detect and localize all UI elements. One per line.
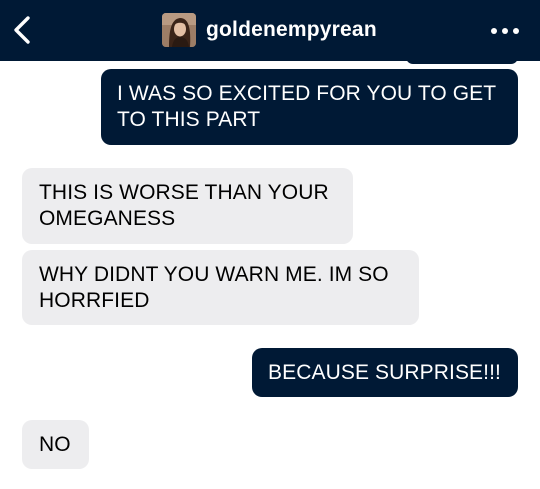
message-bubble-received[interactable]: THIS IS WORSE THAN YOUR OMEGANESS (22, 168, 353, 244)
message-bubble-sent[interactable]: BECAUSE SURPRISE!!! (252, 348, 518, 397)
chat-screen: I WAS SO EXCITED FOR YOU TO GET TO THIS … (0, 0, 540, 489)
message-thread[interactable]: I WAS SO EXCITED FOR YOU TO GET TO THIS … (0, 0, 540, 489)
avatar[interactable] (162, 13, 196, 47)
message-bubble-received[interactable]: NO (22, 420, 89, 469)
ellipsis-icon (491, 28, 519, 34)
chevron-left-icon (14, 16, 30, 44)
message-bubble-received[interactable]: WHY DIDNT YOU WARN ME. IM SO HORRFIED (22, 250, 419, 325)
chat-header: goldenempyrean (0, 0, 540, 61)
avatar-image (162, 13, 196, 47)
more-options-button[interactable] (488, 24, 522, 38)
back-button[interactable] (8, 12, 38, 48)
message-bubble-sent[interactable]: I WAS SO EXCITED FOR YOU TO GET TO THIS … (101, 69, 518, 145)
blog-name[interactable]: goldenempyrean (206, 17, 377, 43)
